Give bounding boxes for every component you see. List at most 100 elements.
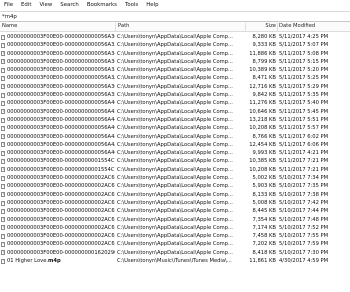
file-size: 10,208 KB [249, 166, 276, 173]
file-name: 00000000003F00E00-0000000000056A44.m4p [7, 116, 115, 124]
file-name: 00000000003F00E00-000000000002AC6942C.m4… [7, 174, 115, 182]
file-date-modified: 5/11/2017 5:35 PM [279, 92, 329, 99]
menu-edit[interactable]: Edit [17, 0, 35, 11]
file-name: 00000000003F00E00-0000000000056A32.m4p [7, 41, 115, 49]
file-icon [1, 142, 5, 148]
table-row[interactable]: 00000000003F00E00-0000000000056A30.m4pC:… [0, 33, 350, 41]
file-path: C:\Users\tonyn\AppData\Local\Apple Comp.… [117, 58, 233, 65]
file-date-modified: 5/11/2017 4:21 PM [279, 150, 329, 157]
file-path: C:\Users\tonyn\AppData\Local\Apple Comp.… [117, 216, 233, 223]
file-date-modified: 5/11/2017 5:40 PM [279, 100, 329, 107]
file-size: 12,716 KB [249, 83, 276, 90]
file-path: C:\Users\tonyn\AppData\Local\Apple Comp.… [117, 75, 233, 82]
file-size: 10,389 KB [249, 67, 276, 74]
column-header-name[interactable]: Name [2, 22, 17, 31]
table-row[interactable]: 00000000003F00E00-00000000001554C73.m4pC… [0, 166, 350, 174]
column-header-size[interactable]: Size [246, 22, 276, 31]
file-name: 00000000003F00E00-0000000000056A3C.m4p [7, 83, 115, 91]
file-name: 00000000003F00E00-0000000000056A4A.m4p [7, 141, 115, 149]
table-row[interactable]: 00000000003F00E00-000000000002AC6943C.m4… [0, 207, 350, 215]
table-row[interactable]: 00000000003F00E00-0000000000056A36.m4pC:… [0, 58, 350, 66]
file-date-modified: 5/10/2017 7:38 PM [279, 191, 329, 198]
table-row[interactable]: 00000000003F00E00-0000000000056A44.m4pC:… [0, 116, 350, 124]
file-path: C:\Users\tonyn\AppData\Local\Apple Comp.… [117, 249, 233, 256]
table-row[interactable]: 00000000003F00E00-0000000000056A40.m4pC:… [0, 99, 350, 107]
file-size: 11,886 KB [249, 50, 276, 57]
table-row[interactable]: 00000000003F00E00-0000000000056A46.m4pC:… [0, 124, 350, 132]
table-row[interactable]: 00000000003F00E00-00000000001554C71.m4pC… [0, 157, 350, 165]
file-name-base: 00000000003F00E00-0000000000056A34. [7, 50, 115, 57]
table-row[interactable]: 00000000003F00E00-0000000000056A3E.m4pC:… [0, 91, 350, 99]
table-row[interactable]: 01 Higher Love.m4p C:\Users\tonyn\Music\i… [0, 257, 350, 265]
file-date-modified: 5/11/2017 6:06 PM [279, 141, 329, 148]
column-header-path[interactable]: Path [118, 22, 129, 31]
file-name: 00000000003F00E00-00000000001554C73.m4p [7, 166, 115, 174]
file-size: 7,354 KB [252, 216, 276, 223]
file-date-modified: 5/11/2017 4:25 PM [279, 34, 329, 40]
search-bar [0, 11, 350, 22]
file-size: 11,276 KB [249, 100, 276, 107]
file-icon [1, 183, 5, 189]
table-row[interactable]: 00000000003F00E00-0000000000056A42.m4pC:… [0, 108, 350, 116]
table-row[interactable]: 00000000003F00E00-0000000000056A38.m4pC:… [0, 66, 350, 74]
file-name-base: 00000000003F00E00-0000000000056A3A. [7, 75, 115, 82]
file-date-modified: 4/30/2017 4:59 PM [279, 258, 329, 265]
table-row[interactable]: 00000000003F00E00-0000000000056A34.m4pC:… [0, 50, 350, 58]
table-row[interactable]: 00000000003F00E00-0000000000056A4C.m4pC:… [0, 149, 350, 157]
table-row[interactable]: 00000000003F00E00-000000000002AC6942C.m4… [0, 174, 350, 182]
file-icon [1, 100, 5, 106]
table-row[interactable]: 00000000003F00E00-000000000002AC69440.m4… [0, 216, 350, 224]
menu-search[interactable]: Search [56, 0, 83, 11]
file-icon [1, 200, 5, 206]
table-row[interactable]: 00000000003F00E00-0000000000056A4A.m4pC:… [0, 141, 350, 149]
file-name-base: 00000000003F00E00-0000000000056A48. [7, 133, 115, 140]
file-path: C:\Users\tonyn\AppData\Local\Apple Comp.… [117, 158, 233, 165]
menu-view[interactable]: View [35, 0, 56, 11]
table-row[interactable]: 00000000003F00E00-000000000002AC69448.m4… [0, 232, 350, 240]
menu-tools[interactable]: Tools [121, 0, 142, 11]
file-date-modified: 5/11/2017 7:21 PM [279, 158, 329, 165]
file-path: C:\Users\tonyn\AppData\Local\Apple Comp.… [117, 108, 233, 115]
file-name-base: 00000000003F00E00-0000000000056A36. [7, 58, 115, 65]
file-name: 00000000003F00E00-000000000002AC69434.m4… [7, 191, 115, 199]
file-icon [1, 217, 5, 223]
file-path: C:\Users\tonyn\AppData\Local\Apple Comp.… [117, 224, 233, 231]
table-row[interactable]: 00000000003F00E00-000000000002AC6944C.m4… [0, 240, 350, 248]
file-name: 00000000003F00E00-0000000000056A38.m4p [7, 66, 115, 74]
file-name-base: 00000000003F00E00-000000000002AC69448. [7, 233, 115, 240]
file-name: 00000000003F00E00-000000000002AC6944C.m4… [7, 240, 115, 248]
table-row[interactable]: 00000000003F00E00-000000000002AC69430.m4… [0, 182, 350, 190]
file-name-base: 00000000003F00E00-000000000002AC69444. [7, 224, 115, 231]
menu-help[interactable]: Help [142, 0, 162, 11]
table-row[interactable]: 00000000003F00E00-0000000000056A3C.m4pC:… [0, 83, 350, 91]
file-date-modified: 5/10/2017 7:44 PM [279, 208, 329, 215]
table-row[interactable]: 00000000003F00E00-0000000000056A32.m4pC:… [0, 41, 350, 49]
file-name: 00000000003F00E00-000000000002AC69448.m4… [7, 232, 115, 240]
file-date-modified: 5/10/2017 7:59 PM [279, 241, 329, 248]
table-row[interactable]: 00000000003F00E00-0000000000056A48.m4pC:… [0, 133, 350, 141]
table-row[interactable]: 00000000003F00E00-000000000002AC69444.m4… [0, 224, 350, 232]
column-header-date-modified[interactable]: Date Modified [279, 22, 315, 31]
table-row[interactable]: 00000000003F00E00-000000000002AC69438.m4… [0, 199, 350, 207]
file-name: 00000000003F00E00-0000000000056A48.m4p [7, 133, 115, 141]
table-row[interactable]: 00000000003F00E00-000000000002AC69434.m4… [0, 191, 350, 199]
file-size: 10,646 KB [249, 108, 276, 115]
file-path: C:\Users\tonyn\AppData\Local\Apple Comp.… [117, 208, 233, 215]
file-icon [1, 51, 5, 57]
file-path: C:\Users\tonyn\AppData\Local\Apple Comp.… [117, 133, 233, 140]
menu-file[interactable]: File [0, 0, 17, 11]
file-icon [1, 258, 5, 264]
column-divider[interactable] [115, 23, 116, 31]
column-divider[interactable] [277, 23, 278, 31]
table-row[interactable]: 00000000003F00E00-0000000001620296.m4pC:… [0, 249, 350, 257]
file-date-modified: 5/10/2017 7:48 PM [279, 216, 329, 223]
search-input[interactable] [2, 13, 345, 21]
menu-bookmarks[interactable]: Bookmarks [83, 0, 121, 11]
file-name-base: 00000000003F00E00-0000000000056A38. [7, 67, 115, 74]
file-name: 00000000003F00E00-0000000000056A4C.m4p [7, 149, 115, 157]
results-list: 00000000003F00E00-0000000000056A30.m4pC:… [0, 33, 350, 265]
file-name: 00000000003F00E00-0000000000056A3A.m4p [7, 74, 115, 82]
table-row[interactable]: 00000000003F00E00-0000000000056A3A.m4pC:… [0, 74, 350, 82]
file-name-base: 00000000003F00E00-0000000000056A44. [7, 116, 115, 123]
file-icon [1, 67, 5, 73]
